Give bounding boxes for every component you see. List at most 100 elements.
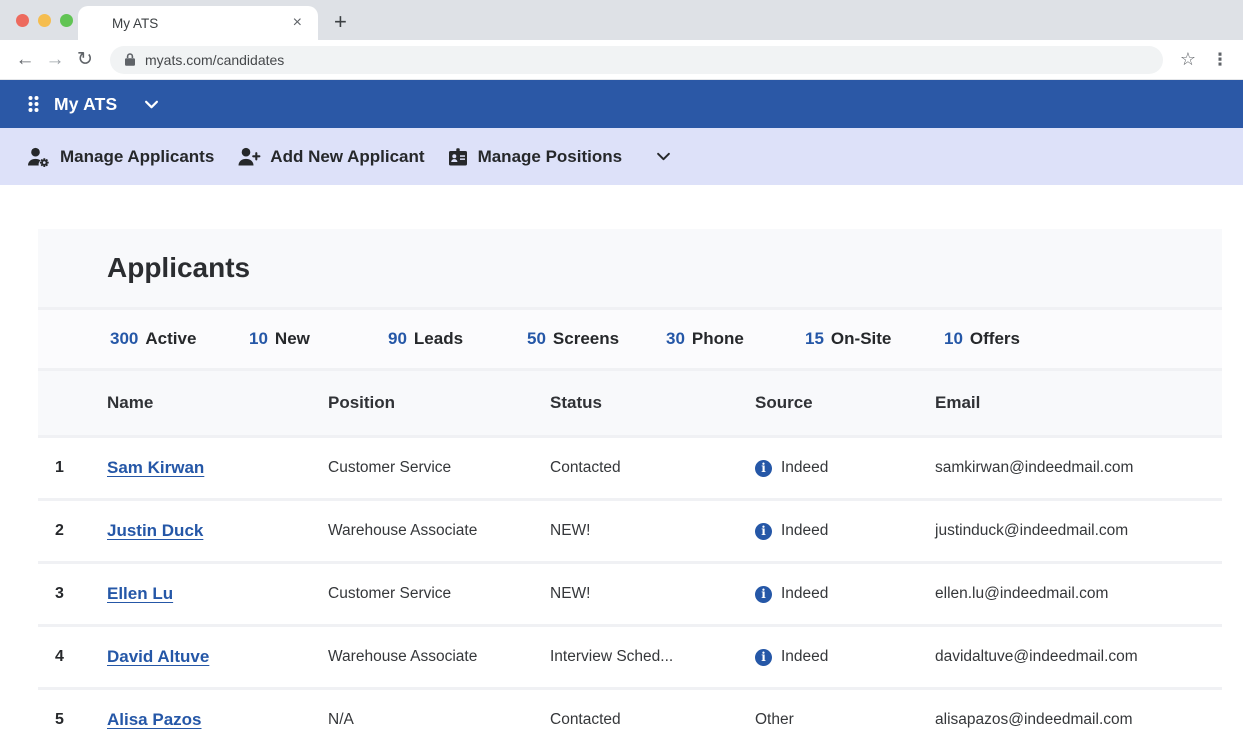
app-header: My ATS (0, 80, 1243, 128)
manage-positions-button[interactable]: Manage Positions (447, 146, 622, 168)
stat-item[interactable]: 90 Leads (388, 329, 527, 349)
position-cell: Customer Service (328, 459, 452, 476)
manage-applicants-label: Manage Applicants (60, 146, 215, 166)
table-row: 4 David Altuve Warehouse Associate Inter… (38, 627, 1222, 687)
column-header-position: Position (328, 393, 396, 412)
applicant-name-link[interactable]: Justin Duck (107, 521, 203, 540)
source-label: Indeed (781, 585, 829, 602)
stat-value: 50 (527, 329, 546, 348)
forward-icon[interactable]: → (40, 49, 70, 71)
window-close-button[interactable] (16, 14, 29, 27)
status-cell: Contacted (550, 459, 621, 476)
stat-value: 15 (805, 329, 824, 348)
row-number: 2 (55, 522, 64, 539)
indeed-icon: i (755, 648, 772, 666)
indeed-icon: i (755, 585, 772, 603)
stat-label: Leads (413, 329, 464, 348)
stat-item[interactable]: 300 Active (110, 329, 249, 349)
column-header-email: Email (935, 393, 981, 412)
table-body: 1 Sam Kirwan Customer Service Contacted … (38, 438, 1222, 750)
status-cell: NEW! (550, 522, 591, 539)
status-cell: Interview Sched... (550, 648, 674, 665)
stat-label: Offers (969, 329, 1020, 348)
stats-row: 300 Active 10 New 90 Leads 50 Screens 30… (38, 310, 1222, 368)
email-cell: samkirwan@indeedmail.com (935, 459, 1134, 476)
row-number: 4 (55, 648, 64, 665)
new-tab-button[interactable]: + (334, 9, 347, 35)
browser-toolbar: ← → ↻ myats.com/candidates ☆ ⋮ (0, 40, 1243, 80)
source-label: Other (755, 711, 794, 728)
stat-label: Phone (691, 329, 744, 348)
source-label: Indeed (781, 522, 829, 539)
browser-tab-strip: My ATS × + (0, 0, 1243, 40)
page-header-section: Applicants (38, 229, 1222, 307)
email-cell: justinduck@indeedmail.com (935, 522, 1129, 539)
stat-item[interactable]: 15 On-Site (805, 329, 944, 349)
source-cell: i Indeed (755, 585, 935, 603)
reload-icon[interactable]: ↻ (70, 48, 100, 71)
applicant-name-link[interactable]: Alisa Pazos (107, 710, 202, 729)
add-new-applicant-button[interactable]: Add New Applicant (236, 146, 425, 168)
stat-label: New (274, 329, 310, 348)
stat-value: 90 (388, 329, 407, 348)
source-cell: i Indeed (755, 648, 935, 666)
manage-applicants-button[interactable]: Manage Applicants (26, 146, 214, 168)
source-label: Indeed (781, 648, 829, 665)
stat-item[interactable]: 10 New (249, 329, 388, 349)
applicant-name-link[interactable]: Sam Kirwan (107, 458, 204, 477)
stat-value: 10 (249, 329, 268, 348)
main-content: Applicants 300 Active 10 New 90 Leads 50… (0, 185, 1243, 750)
stat-value: 300 (110, 329, 139, 348)
applicant-name-link[interactable]: Ellen Lu (107, 584, 173, 603)
window-minimize-button[interactable] (38, 14, 51, 27)
indeed-icon: i (755, 522, 772, 540)
stat-label: On-Site (830, 329, 892, 348)
app-title: My ATS (54, 93, 118, 114)
tab-title: My ATS (112, 15, 159, 31)
email-cell: ellen.lu@indeedmail.com (935, 585, 1109, 602)
row-number: 5 (55, 711, 64, 728)
tab-close-icon[interactable]: × (289, 14, 306, 32)
lock-icon (125, 53, 135, 66)
status-cell: Contacted (550, 711, 621, 728)
source-cell: i Indeed (755, 459, 935, 477)
source-cell: i Other (755, 711, 935, 729)
bookmark-star-icon[interactable]: ☆ (1173, 49, 1203, 70)
applicants-card: Applicants 300 Active 10 New 90 Leads 50… (38, 229, 1222, 750)
add-new-applicant-label: Add New Applicant (270, 146, 425, 166)
app-launcher-icon[interactable] (26, 94, 41, 114)
source-label: Indeed (781, 459, 829, 476)
row-number: 3 (55, 585, 64, 602)
url-text: myats.com/candidates (145, 51, 285, 68)
table-row: 2 Justin Duck Warehouse Associate NEW! i… (38, 501, 1222, 561)
toolbar-chevron-down-icon[interactable] (656, 152, 671, 161)
person-gear-icon (28, 147, 49, 167)
page-title: Applicants (107, 252, 251, 283)
browser-menu-icon[interactable]: ⋮ (1207, 50, 1233, 70)
position-cell: Warehouse Associate (328, 648, 478, 665)
stat-item[interactable]: 10 Offers (944, 329, 1083, 349)
window-controls (16, 14, 73, 27)
column-header-name: Name (107, 393, 154, 412)
stat-value: 30 (666, 329, 685, 348)
stat-item[interactable]: 30 Phone (666, 329, 805, 349)
stat-item[interactable]: 50 Screens (527, 329, 666, 349)
stat-label: Active (145, 329, 197, 348)
contact-card-icon (448, 147, 467, 165)
app-menu-chevron-down-icon[interactable] (144, 100, 159, 109)
column-header-source: Source (755, 393, 813, 412)
position-cell: N/A (328, 711, 354, 728)
source-cell: i Indeed (755, 522, 935, 540)
stat-label: Screens (552, 329, 620, 348)
address-bar[interactable]: myats.com/candidates (110, 45, 1163, 74)
window-zoom-button[interactable] (60, 14, 73, 27)
status-cell: NEW! (550, 585, 591, 602)
browser-tab[interactable]: My ATS × (78, 6, 318, 40)
indeed-icon: i (755, 459, 772, 477)
person-plus-icon (238, 147, 261, 165)
table-row: 3 Ellen Lu Customer Service NEW! i Indee… (38, 564, 1222, 624)
email-cell: alisapazos@indeedmail.com (935, 711, 1133, 728)
back-icon[interactable]: ← (10, 49, 40, 71)
table-row: 1 Sam Kirwan Customer Service Contacted … (38, 438, 1222, 498)
applicant-name-link[interactable]: David Altuve (107, 647, 209, 666)
